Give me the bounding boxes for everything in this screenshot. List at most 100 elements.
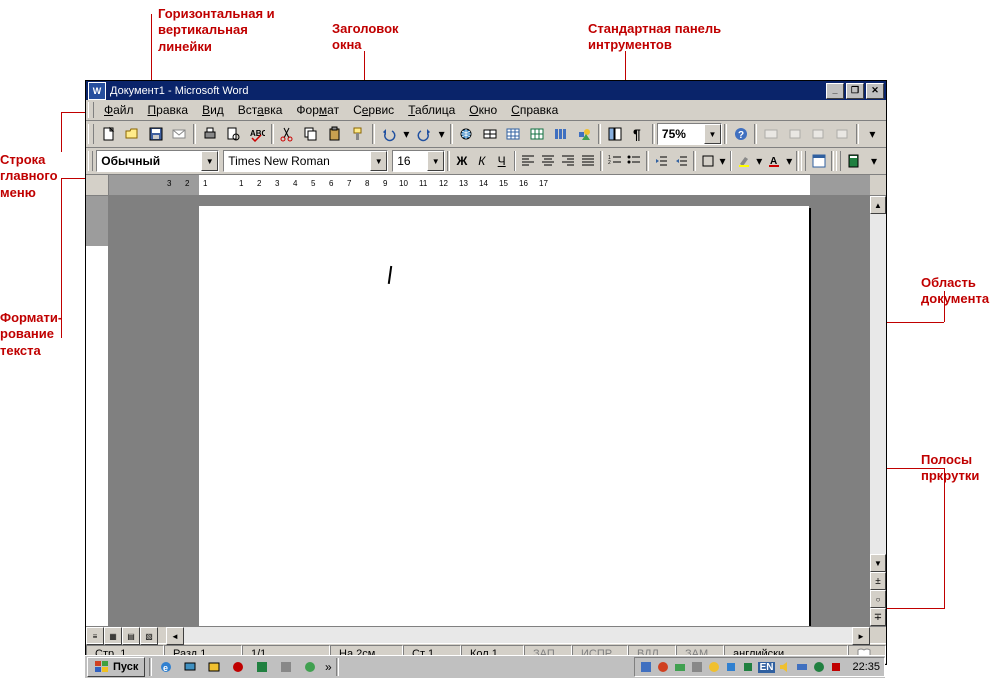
tables-borders-icon[interactable] — [478, 122, 502, 146]
clock[interactable]: 22:35 — [852, 661, 880, 673]
insert-excel-icon[interactable] — [525, 122, 549, 146]
save-icon[interactable] — [144, 122, 168, 146]
tray-icon[interactable] — [812, 660, 826, 674]
print-icon[interactable] — [198, 122, 222, 146]
insert-field-icon[interactable] — [783, 122, 807, 146]
web-view-icon[interactable]: ▦ — [104, 627, 122, 645]
quick-launch-app-icon[interactable] — [226, 655, 250, 679]
decrease-indent-icon[interactable] — [651, 149, 671, 173]
merge-icon[interactable] — [807, 122, 831, 146]
bullets-icon[interactable] — [624, 149, 644, 173]
borders-dropdown-icon[interactable]: ▾ — [717, 149, 727, 173]
quick-launch-app2-icon[interactable] — [250, 655, 274, 679]
undo-icon[interactable] — [377, 122, 401, 146]
redo-dropdown-icon[interactable]: ▾ — [436, 122, 448, 146]
style-combo[interactable]: ▼ — [96, 150, 219, 172]
tray-icon[interactable] — [707, 660, 721, 674]
scroll-up-icon[interactable]: ▲ — [870, 196, 886, 214]
hyperlink-icon[interactable] — [455, 122, 479, 146]
dictionary-icon[interactable] — [844, 149, 864, 173]
start-button[interactable]: Пуск — [87, 657, 145, 677]
menu-window[interactable]: ОкноОкно — [462, 101, 504, 119]
vertical-ruler[interactable] — [86, 196, 109, 626]
spellcheck-icon[interactable]: ABC — [245, 122, 269, 146]
restore-button[interactable]: ❐ — [846, 83, 864, 99]
quick-launch-more-icon[interactable]: » — [322, 655, 334, 679]
font-combo[interactable]: ▼ — [223, 150, 388, 172]
lang-indicator[interactable]: EN — [758, 662, 776, 673]
redo-icon[interactable] — [412, 122, 436, 146]
tray-icon[interactable] — [690, 660, 704, 674]
menu-insert[interactable]: ВставкаВставка — [231, 101, 290, 119]
tray-icon[interactable] — [639, 660, 653, 674]
grip-icon[interactable] — [801, 151, 806, 171]
grip-icon[interactable] — [88, 151, 93, 171]
normal-view-icon[interactable]: ≡ — [86, 627, 104, 645]
grip-icon[interactable] — [836, 151, 841, 171]
menu-help[interactable]: СправкаСправка — [504, 101, 565, 119]
borders-icon[interactable] — [698, 149, 718, 173]
bold-icon[interactable]: Ж — [452, 149, 472, 173]
tray-icon[interactable] — [795, 660, 809, 674]
help-icon[interactable]: ? — [729, 122, 753, 146]
minimize-button[interactable]: _ — [826, 83, 844, 99]
document-area[interactable] — [109, 196, 869, 626]
copy-icon[interactable] — [299, 122, 323, 146]
show-hide-icon[interactable]: ¶ — [626, 122, 650, 146]
paste-icon[interactable] — [323, 122, 347, 146]
insert-table-icon[interactable] — [502, 122, 526, 146]
quick-launch-outlook-icon[interactable] — [202, 655, 226, 679]
menu-tools[interactable]: СервисСервис — [346, 101, 401, 119]
browse-select-icon[interactable]: ○ — [870, 590, 886, 608]
quick-launch-app3-icon[interactable] — [274, 655, 298, 679]
tray-icon[interactable] — [829, 660, 843, 674]
font-color-dropdown-icon[interactable]: ▾ — [784, 149, 794, 173]
size-input[interactable] — [397, 154, 425, 168]
page-view-icon[interactable]: ▤ — [122, 627, 140, 645]
highlight-dropdown-icon[interactable]: ▾ — [754, 149, 764, 173]
tray-volume-icon[interactable] — [778, 660, 792, 674]
increase-indent-icon[interactable] — [671, 149, 691, 173]
scroll-left-icon[interactable]: ◄ — [166, 627, 184, 645]
cut-icon[interactable] — [276, 122, 300, 146]
open-icon[interactable] — [120, 122, 144, 146]
size-combo[interactable]: ▼ — [392, 150, 445, 172]
scroll-right-icon[interactable]: ► — [852, 627, 870, 645]
justify-icon[interactable] — [578, 149, 598, 173]
quick-launch-ie-icon[interactable]: e — [154, 655, 178, 679]
quick-launch-desktop-icon[interactable] — [178, 655, 202, 679]
menu-edit[interactable]: ПравкаПравка — [141, 101, 196, 119]
web-layout-icon[interactable] — [809, 149, 829, 173]
mail-icon[interactable] — [168, 122, 192, 146]
menu-table[interactable]: ТаблицаТаблица — [401, 101, 462, 119]
align-left-icon[interactable] — [518, 149, 538, 173]
font-color-icon[interactable]: A — [764, 149, 784, 173]
dropdown-icon[interactable]: ▼ — [201, 151, 218, 171]
align-right-icon[interactable] — [558, 149, 578, 173]
horizontal-ruler[interactable]: 321 123 456 789 101112 131415 1617 — [109, 175, 870, 195]
tray-icon[interactable] — [741, 660, 755, 674]
outline-view-icon[interactable]: ▧ — [140, 627, 158, 645]
quick-launch-app4-icon[interactable] — [298, 655, 322, 679]
underline-icon[interactable]: Ч — [492, 149, 512, 173]
page[interactable] — [199, 206, 809, 626]
drawing-icon[interactable] — [572, 122, 596, 146]
print-preview-icon[interactable] — [222, 122, 246, 146]
hscroll-track[interactable] — [184, 627, 852, 643]
tray-icon[interactable] — [724, 660, 738, 674]
menu-file[interactable]: ФФайлайл — [97, 101, 141, 119]
dropdown-icon[interactable]: ▼ — [427, 151, 444, 171]
undo-dropdown-icon[interactable]: ▾ — [400, 122, 412, 146]
dropdown-icon[interactable]: ▼ — [704, 124, 721, 144]
titlebar[interactable]: W Документ1 - Microsoft Word _ ❐ ✕ — [86, 81, 886, 100]
envelope-icon[interactable] — [759, 122, 783, 146]
dropdown-icon[interactable]: ▼ — [370, 151, 387, 171]
grip-icon[interactable] — [88, 124, 94, 144]
vertical-scrollbar[interactable]: ▲ ▼ ± ○ ∓ — [869, 196, 886, 626]
tray-icon[interactable] — [656, 660, 670, 674]
menu-view[interactable]: ВидВид — [195, 101, 231, 119]
format-painter-icon[interactable] — [346, 122, 370, 146]
align-center-icon[interactable] — [538, 149, 558, 173]
toolbar-more-icon[interactable]: ▾ — [864, 149, 884, 173]
italic-icon[interactable]: К — [472, 149, 492, 173]
